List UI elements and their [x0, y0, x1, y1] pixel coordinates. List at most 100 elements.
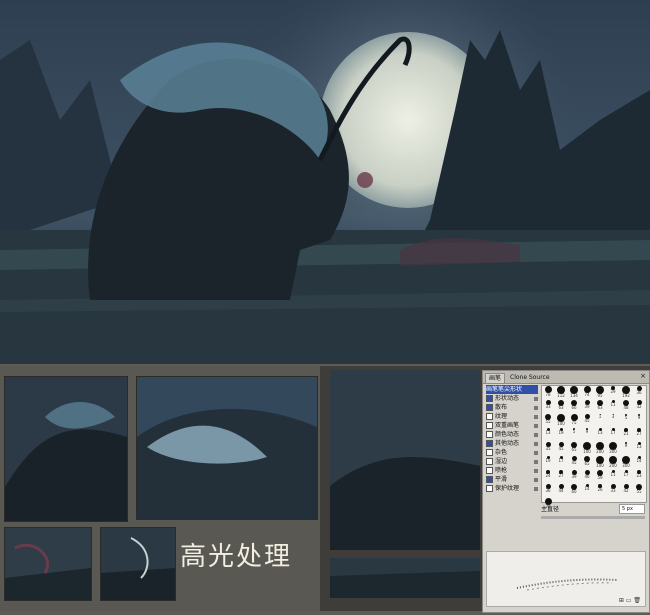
brush-preset[interactable]: 65 — [568, 442, 580, 456]
brush-preset[interactable]: 5 — [620, 414, 632, 428]
brush-preset[interactable]: 39 — [568, 470, 580, 484]
brush-preset[interactable]: 300 — [620, 456, 632, 470]
brush-preset[interactable]: 39 — [581, 400, 593, 414]
brush-preset[interactable]: 1 — [594, 414, 606, 428]
brush-preset[interactable]: 200 — [594, 442, 606, 456]
panel-footer-icons[interactable]: ⊞ ▭ 🗑 — [619, 597, 641, 604]
brush-preset[interactable]: 200 — [607, 456, 619, 470]
option-brush-tip-shape[interactable]: 画笔笔尖形状 — [486, 385, 538, 394]
tab-clone-source[interactable]: Clone Source — [507, 373, 553, 382]
brush-preset[interactable]: 5 — [568, 428, 580, 442]
brush-preset[interactable]: 45 — [568, 456, 580, 470]
brush-preset[interactable]: 46 — [581, 470, 593, 484]
brush-preset[interactable]: 24 — [542, 470, 554, 484]
brush-preset[interactable]: 14 — [581, 484, 593, 498]
option-shape-dynamics[interactable]: 形状动态 — [486, 394, 538, 403]
brush-preset[interactable]: 14 — [633, 456, 645, 470]
brush-preset[interactable]: 60 — [568, 484, 580, 498]
brush-preset[interactable]: 192 — [620, 386, 632, 400]
brush-stroke-preview: ⊞ ▭ 🗑 — [486, 551, 646, 607]
brush-preset[interactable]: 59 — [594, 470, 606, 484]
diameter-input[interactable]: 5 px — [619, 504, 645, 514]
brush-preset[interactable]: 74 — [581, 386, 593, 400]
brush-preset[interactable]: 29 — [607, 386, 619, 400]
brush-preset[interactable]: 11 — [607, 400, 619, 414]
brush-size-label: 36 — [636, 390, 642, 395]
brush-preset[interactable]: 36 — [633, 386, 645, 400]
brush-preset[interactable]: 9 — [620, 442, 632, 456]
brush-preset[interactable]: 27 — [555, 470, 567, 484]
brush-preset[interactable]: 27 — [633, 428, 645, 442]
brush-preset[interactable]: 63 — [555, 400, 567, 414]
option-other-dynamics[interactable]: 其他动态 — [486, 439, 538, 448]
option-texture[interactable]: 纹理 — [486, 412, 538, 421]
option-dual-brush[interactable]: 双重画笔 — [486, 421, 538, 430]
brush-preset[interactable]: 95 — [594, 386, 606, 400]
checkbox[interactable] — [486, 449, 493, 456]
brush-preset[interactable]: 300 — [607, 442, 619, 456]
option-scattering[interactable]: 散布 — [486, 403, 538, 412]
brush-preset[interactable]: 66 — [568, 400, 580, 414]
checkbox[interactable] — [486, 422, 493, 429]
brush-size-label: 45 — [558, 446, 564, 451]
brush-preset[interactable]: 48 — [620, 400, 632, 414]
brush-preset[interactable]: 13 — [633, 442, 645, 456]
checkbox[interactable] — [486, 458, 493, 465]
brush-preset[interactable]: 36 — [542, 484, 554, 498]
brush-preset[interactable]: 23 — [633, 470, 645, 484]
brush-size-label: 13 — [597, 430, 603, 435]
brush-preset[interactable]: 19 — [555, 428, 567, 442]
brush-preset[interactable]: 9 — [581, 428, 593, 442]
brush-preset[interactable]: 19 — [542, 456, 554, 470]
brush-preset[interactable]: 44 — [555, 484, 567, 498]
brush-preset[interactable]: 75 — [568, 414, 580, 428]
brush-preset[interactable]: 45 — [581, 414, 593, 428]
brush-preset[interactable]: 26 — [594, 484, 606, 498]
brush-preset[interactable]: 17 — [620, 470, 632, 484]
brush-preset[interactable]: 100 — [555, 414, 567, 428]
close-icon[interactable]: × — [640, 372, 646, 380]
brush-preset[interactable]: 21 — [620, 428, 632, 442]
checkbox[interactable] — [486, 395, 493, 402]
checkbox[interactable] — [486, 485, 493, 492]
brush-preset[interactable]: 42 — [620, 484, 632, 498]
brush-size-label: 19 — [558, 430, 564, 435]
brush-preset[interactable]: 13 — [542, 428, 554, 442]
brush-preset[interactable]: 9 — [633, 414, 645, 428]
checkbox[interactable] — [486, 467, 493, 474]
brush-size-label: 27 — [636, 431, 642, 436]
option-smoothing[interactable]: 平滑 — [486, 475, 538, 484]
checkbox[interactable] — [486, 440, 493, 447]
brush-preset[interactable]: 45 — [555, 442, 567, 456]
option-airbrush[interactable]: 喷枪 — [486, 466, 538, 475]
brush-preset[interactable]: 17 — [607, 428, 619, 442]
brush-preset[interactable]: 65 — [581, 456, 593, 470]
brush-preset[interactable]: 13 — [594, 428, 606, 442]
brush-preset[interactable]: 78 — [542, 386, 554, 400]
brush-preset[interactable]: 55 — [633, 484, 645, 498]
brush-preset[interactable]: 33 — [607, 484, 619, 498]
tab-brush[interactable]: 画笔 — [485, 373, 506, 383]
brush-size-label: 100 — [557, 421, 565, 426]
checkbox[interactable] — [486, 413, 493, 420]
option-wet-edges[interactable]: 湿边 — [486, 457, 538, 466]
option-protect-texture[interactable]: 保护纹理 — [486, 484, 538, 493]
option-noise[interactable]: 杂色 — [486, 448, 538, 457]
brush-preset[interactable]: 100 — [594, 456, 606, 470]
option-color-dynamics[interactable]: 颜色动态 — [486, 430, 538, 439]
diameter-slider[interactable] — [541, 516, 645, 519]
brush-preset[interactable]: 55 — [542, 414, 554, 428]
brush-preset[interactable]: 134 — [568, 386, 580, 400]
brush-preset[interactable]: 17 — [555, 456, 567, 470]
checkbox[interactable] — [486, 431, 493, 438]
brush-preset[interactable]: 100 — [581, 442, 593, 456]
checkbox[interactable] — [486, 476, 493, 483]
brush-preset[interactable]: 33 — [542, 400, 554, 414]
brush-preset[interactable]: 35 — [542, 442, 554, 456]
brush-preset[interactable]: 3 — [607, 414, 619, 428]
brush-preset[interactable]: 112 — [555, 386, 567, 400]
checkbox[interactable] — [486, 404, 493, 411]
brush-preset[interactable]: 11 — [607, 470, 619, 484]
brush-preset[interactable]: 63 — [594, 400, 606, 414]
brush-preset[interactable]: 32 — [633, 400, 645, 414]
